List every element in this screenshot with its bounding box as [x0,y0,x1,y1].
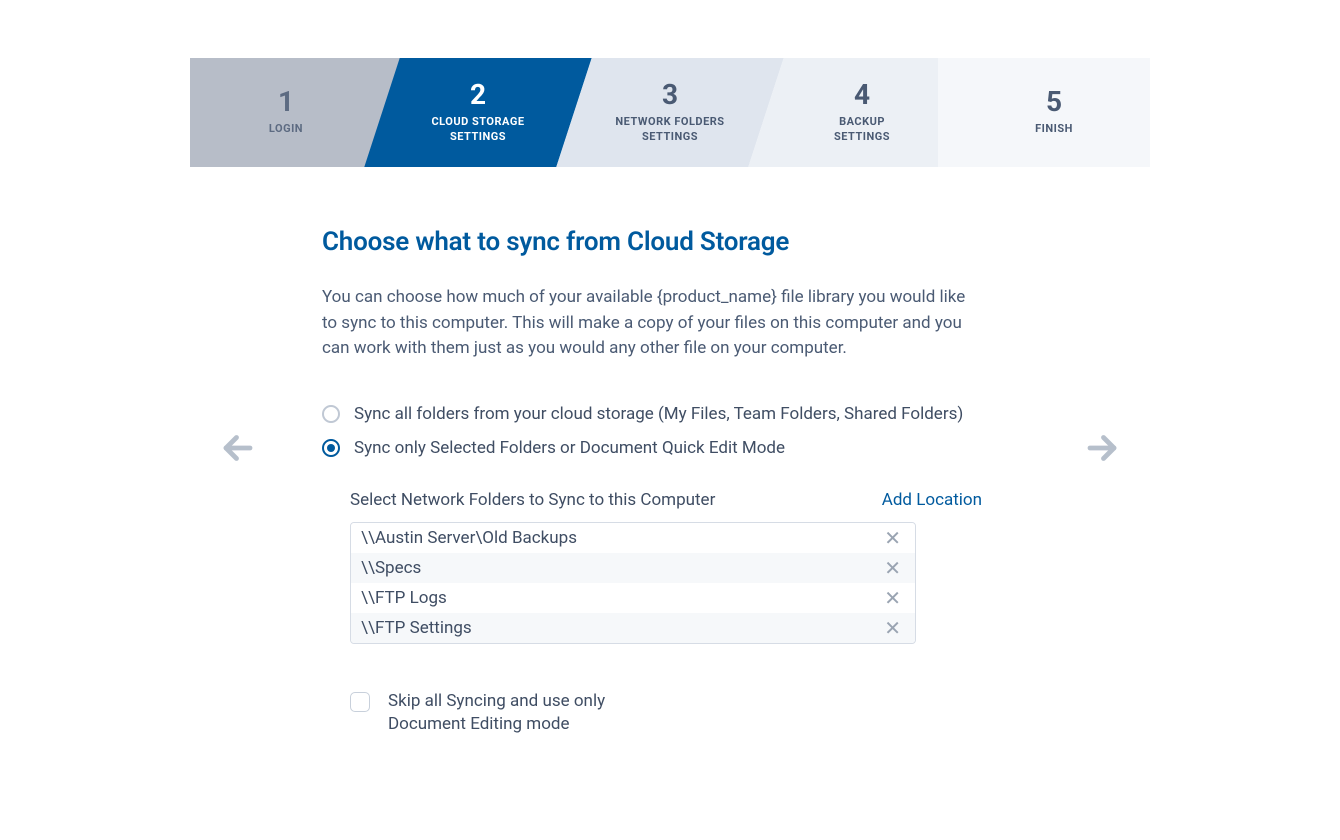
step-label: LOGIN [269,122,303,136]
remove-icon[interactable]: ✕ [884,618,901,638]
step-number: 2 [470,81,486,109]
step-network-folders-settings[interactable]: 3 NETWORK FOLDERS SETTINGS [574,58,766,167]
step-login[interactable]: 1 LOGIN [190,58,382,167]
radio-label: Sync only Selected Folders or Document Q… [354,438,785,458]
step-label: CLOUD STORAGE SETTINGS [431,115,524,144]
skip-syncing-checkbox[interactable] [350,692,370,712]
page-description: You can choose how much of your availabl… [322,285,982,362]
remove-icon[interactable]: ✕ [884,558,901,578]
page-title: Choose what to sync from Cloud Storage [322,227,982,257]
folder-row[interactable]: \\Austin Server\Old Backups ✕ [351,523,915,553]
step-label: BACKUP SETTINGS [834,115,890,144]
radio-label: Sync all folders from your cloud storage… [354,404,963,424]
folder-path: \\Specs [361,558,421,578]
arrow-right-icon [1084,430,1120,466]
folder-list: \\Austin Server\Old Backups ✕ \\Specs ✕ … [350,522,916,644]
step-number: 4 [854,81,870,109]
folder-row[interactable]: \\FTP Settings ✕ [351,613,915,643]
prev-button[interactable] [216,426,260,470]
add-location-link[interactable]: Add Location [882,490,982,510]
skip-syncing-label: Skip all Syncing and use only Document E… [388,690,618,738]
remove-icon[interactable]: ✕ [884,528,901,548]
folder-path: \\FTP Settings [361,618,472,638]
arrow-left-icon [220,430,256,466]
wizard-stepper: 1 LOGIN 2 CLOUD STORAGE SETTINGS 3 NETWO… [190,58,1150,167]
folder-path: \\FTP Logs [361,588,447,608]
folder-row[interactable]: \\Specs ✕ [351,553,915,583]
step-number: 1 [278,88,294,116]
radio-sync-all[interactable]: Sync all folders from your cloud storage… [322,404,982,424]
folder-path: \\Austin Server\Old Backups [361,528,577,548]
next-button[interactable] [1080,426,1124,470]
step-number: 5 [1046,88,1062,116]
radio-icon [322,405,340,423]
folder-list-title: Select Network Folders to Sync to this C… [350,490,715,510]
remove-icon[interactable]: ✕ [884,588,901,608]
step-cloud-storage-settings[interactable]: 2 CLOUD STORAGE SETTINGS [382,58,574,167]
folder-row[interactable]: \\FTP Logs ✕ [351,583,915,613]
step-label: FINISH [1035,122,1073,136]
radio-icon [322,439,340,457]
step-backup-settings[interactable]: 4 BACKUP SETTINGS [766,58,958,167]
radio-sync-selected[interactable]: Sync only Selected Folders or Document Q… [322,438,982,458]
step-number: 3 [662,81,678,109]
step-finish[interactable]: 5 FINISH [958,58,1150,167]
step-label: NETWORK FOLDERS SETTINGS [615,115,724,144]
